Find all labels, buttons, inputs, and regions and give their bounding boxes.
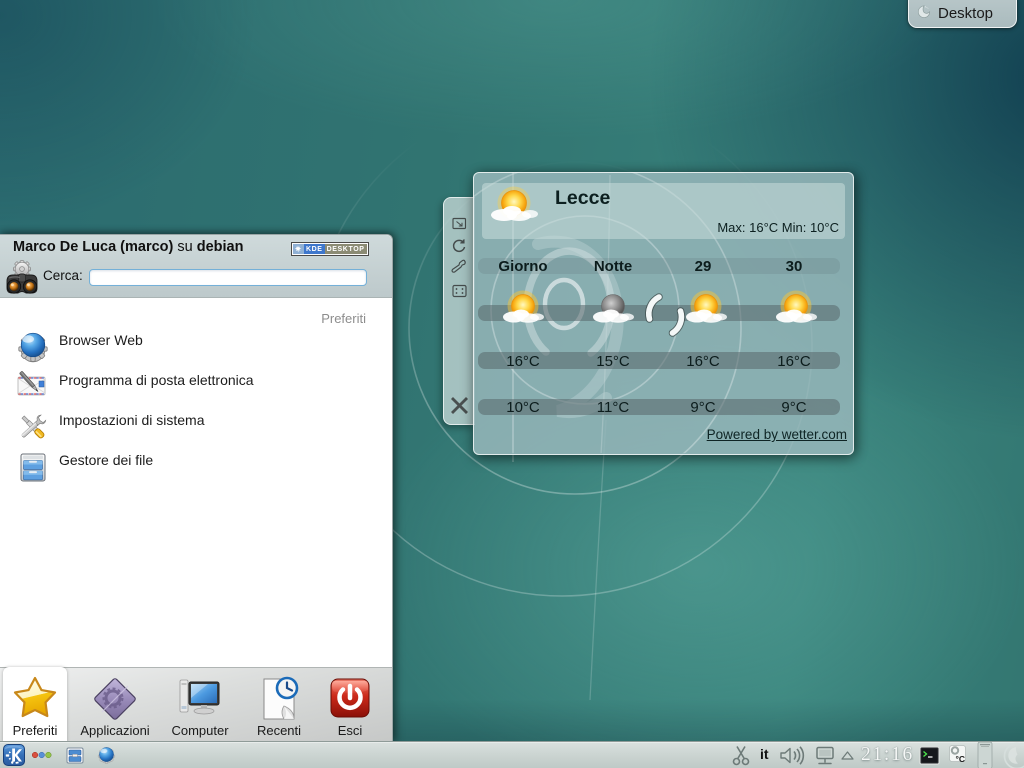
svg-text:°C: °C <box>956 754 966 764</box>
